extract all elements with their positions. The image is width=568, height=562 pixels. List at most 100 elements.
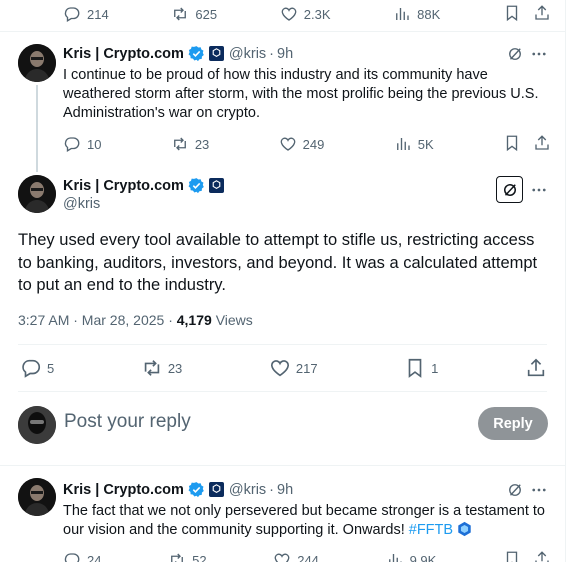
- repost-action[interactable]: 52: [168, 551, 207, 562]
- like-count: 2.3K: [303, 6, 331, 22]
- main-tweet-actions: 5 23 217 1: [20, 356, 547, 380]
- tweet-metadata: 3:27 AM · Mar 28, 2025 · 4,179 Views: [18, 312, 253, 328]
- repost-count: 23: [167, 360, 183, 376]
- like-icon: [279, 135, 297, 153]
- share-icon[interactable]: [533, 134, 551, 155]
- reply-input[interactable]: Post your reply: [64, 411, 191, 433]
- repost-count: 625: [195, 6, 218, 22]
- repost-icon: [171, 135, 189, 153]
- share-icon[interactable]: [533, 550, 551, 562]
- views-icon: [394, 135, 412, 153]
- like-action[interactable]: 217: [269, 357, 318, 379]
- reply-action[interactable]: 5: [20, 357, 54, 379]
- grok-icon[interactable]: [505, 44, 525, 64]
- repost-icon: [171, 5, 189, 23]
- repost-icon: [141, 357, 163, 379]
- cro-hex-icon: [457, 521, 472, 543]
- like-icon: [280, 5, 298, 23]
- timestamp[interactable]: 3:27 AM · Mar 28, 2025 ·: [18, 312, 177, 328]
- reply-icon: [63, 5, 81, 23]
- reply-icon: [20, 357, 42, 379]
- share-action[interactable]: [525, 357, 547, 379]
- top-tweet-actions: 214 625 2.3K 88K: [63, 4, 551, 24]
- repost-icon: [168, 551, 186, 562]
- divider: [0, 465, 565, 466]
- handle-row: @kris: [63, 196, 100, 212]
- more-icon[interactable]: [529, 44, 549, 64]
- avatar[interactable]: [18, 175, 56, 213]
- bookmark-count: 1: [431, 360, 439, 376]
- conversation-page: 214 625 2.3K 88K Kris | Crypto.com @kris…: [0, 0, 566, 562]
- tweet-header: Kris | Crypto.com @kris · 9h: [63, 481, 294, 498]
- bookmark-icon: [404, 357, 426, 379]
- avatar[interactable]: [18, 44, 56, 82]
- handle[interactable]: @kris: [229, 46, 266, 62]
- display-name[interactable]: Kris | Crypto.com: [63, 46, 184, 62]
- reply-count: 214: [87, 6, 109, 22]
- like-action[interactable]: 2.3K: [280, 5, 331, 23]
- views-icon: [386, 551, 404, 562]
- like-icon: [273, 551, 291, 562]
- verified-icon: [188, 45, 205, 62]
- reply-count: 5: [47, 360, 55, 376]
- handle[interactable]: @kris: [63, 196, 100, 212]
- tweet-actions: 24 52 244 9.9K: [63, 550, 551, 562]
- timestamp[interactable]: 9h: [277, 482, 293, 498]
- grok-icon[interactable]: [496, 176, 523, 203]
- tweet-actions: 10 23 249 5K: [63, 134, 551, 154]
- views-count: 5K: [417, 136, 434, 152]
- bookmark-icon[interactable]: [503, 4, 521, 25]
- grok-icon[interactable]: [505, 480, 525, 500]
- reply-action[interactable]: 10: [63, 135, 101, 153]
- verified-icon: [188, 481, 205, 498]
- affiliate-badge-icon[interactable]: [208, 178, 224, 193]
- hashtag-link[interactable]: #FFTB: [409, 522, 453, 538]
- current-user-avatar[interactable]: [18, 406, 56, 444]
- views-icon: [393, 5, 411, 23]
- reply-button[interactable]: Reply: [478, 407, 548, 440]
- bookmark-icon[interactable]: [503, 134, 521, 155]
- avatar[interactable]: [18, 478, 56, 516]
- more-icon[interactable]: [529, 480, 549, 500]
- like-action[interactable]: 244: [273, 551, 319, 562]
- like-count: 249: [302, 136, 325, 152]
- reply-count: 24: [87, 552, 102, 562]
- affiliate-badge-icon[interactable]: [208, 482, 224, 497]
- verified-icon: [188, 177, 205, 194]
- display-name[interactable]: Kris | Crypto.com: [63, 482, 184, 498]
- views-action[interactable]: 5K: [394, 135, 434, 153]
- reply-count: 10: [87, 136, 102, 152]
- affiliate-badge-icon[interactable]: [208, 46, 224, 61]
- more-icon[interactable]: [529, 180, 549, 200]
- divider: [0, 31, 565, 32]
- views-label: Views: [215, 312, 253, 328]
- display-name[interactable]: Kris | Crypto.com: [63, 178, 184, 194]
- repost-count: 52: [192, 552, 207, 562]
- divider: [18, 391, 547, 392]
- reply-action[interactable]: 24: [63, 551, 101, 562]
- like-count: 244: [297, 552, 319, 562]
- bookmark-icon[interactable]: [503, 550, 521, 562]
- handle[interactable]: @kris: [229, 482, 266, 498]
- like-count: 217: [295, 360, 318, 376]
- views-count: 88K: [417, 6, 441, 22]
- like-action[interactable]: 249: [279, 135, 325, 153]
- repost-action[interactable]: 23: [141, 357, 182, 379]
- share-icon[interactable]: [533, 4, 551, 25]
- bookmark-action[interactable]: 1: [404, 357, 438, 379]
- reply-icon: [63, 135, 81, 153]
- tweet-header: Kris | Crypto.com: [63, 177, 224, 194]
- views-action[interactable]: 9.9K: [386, 551, 436, 562]
- reply-action[interactable]: 214: [63, 5, 109, 23]
- repost-action[interactable]: 23: [171, 135, 209, 153]
- timestamp[interactable]: 9h: [277, 46, 293, 62]
- main-tweet-text: They used every tool available to attemp…: [18, 231, 538, 294]
- repost-count: 23: [194, 136, 210, 152]
- divider: [18, 344, 547, 345]
- views-count: 4,179: [176, 312, 212, 328]
- like-icon: [269, 357, 291, 379]
- views-action[interactable]: 88K: [393, 5, 440, 23]
- tweet-text-body: The fact that we not only persevered but…: [63, 503, 545, 538]
- repost-action[interactable]: 625: [171, 5, 217, 23]
- tweet-header: Kris | Crypto.com @kris · 9h: [63, 45, 294, 62]
